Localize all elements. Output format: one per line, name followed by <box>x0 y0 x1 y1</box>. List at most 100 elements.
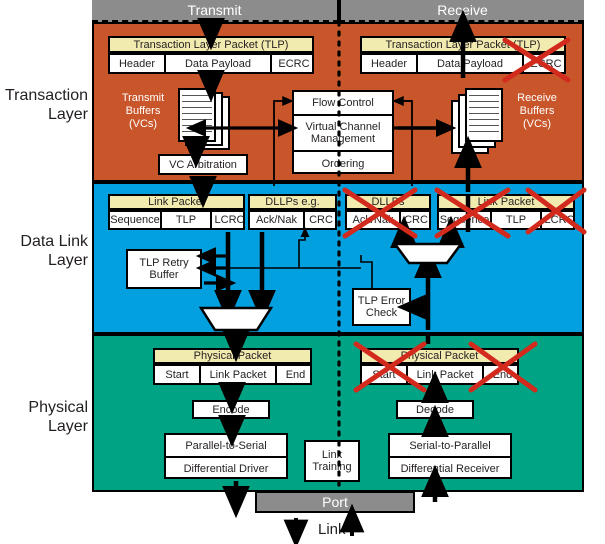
decode-box: Decode <box>396 400 474 419</box>
transmit-header-bar: Transmit <box>92 0 339 22</box>
tx-physical-packet-header-label: Physical Packet <box>193 350 272 362</box>
rx-tlp-field-ecrc: ECRC <box>530 57 562 70</box>
rx-tlp-header: Transaction Layer Packet (TLP) <box>360 36 566 53</box>
tx-dllp-field-crc: CRC <box>309 214 333 226</box>
layer-label-transaction: Transaction Layer <box>0 86 88 124</box>
rx-physical-packet-header-label: Physical Packet <box>400 350 479 362</box>
layer-label-physical-line1: Physical <box>28 399 88 416</box>
link-training-line1: Link <box>321 449 343 461</box>
transmit-buffers-line3: (VCs) <box>128 118 158 130</box>
tx-pp-field-end: End <box>285 368 306 381</box>
tx-lp-field-lcrc: LCRC <box>214 214 245 226</box>
rx-lp-field-sequence: Sequence <box>439 212 492 228</box>
tlp-retry-buffer-line2: Buffer <box>149 269 179 281</box>
virtual-channel-management-box: Virtual Channel Management <box>294 116 392 152</box>
tx-pp-field-start: Start <box>155 366 201 383</box>
tx-lp-field-sequence: Sequence <box>110 212 162 228</box>
tlp-error-check-box: TLP Error Check <box>352 288 411 326</box>
differential-receiver-box: Differential Receiver <box>400 462 500 475</box>
vc-arbitration-box: VC Arbitration <box>158 154 248 175</box>
rx-pp-field-end: End <box>492 368 513 381</box>
tx-pp-field-linkpacket: Link Packet <box>201 366 277 383</box>
tlp-error-check-line2: Check <box>365 307 398 319</box>
transmit-buffers-line2: Buffers <box>125 105 161 117</box>
tx-physical-packet-fields: Start Link Packet End <box>153 364 312 385</box>
receive-buffers-line3: (VCs) <box>522 118 552 130</box>
decode-label: Decode <box>416 403 454 416</box>
serial-to-parallel-box: Serial-to-Parallel <box>390 435 510 458</box>
rx-lp-field-tlp: TLP <box>492 212 542 228</box>
tx-physical-packet-header: Physical Packet <box>153 348 312 364</box>
pcie-layer-diagram: Transaction Layer Data Link Layer Physic… <box>0 0 605 544</box>
rx-pp-field-start: Start <box>362 366 408 383</box>
rx-lp-field-lcrc: LCRC <box>544 214 575 226</box>
tx-tlp-field-payload: Data Payload <box>166 55 272 72</box>
tx-link-packet-header: Link Packet <box>108 194 245 210</box>
parallel-to-serial-box: Parallel-to-Serial <box>166 435 286 458</box>
tx-dllp-field-acknak: Ack/Nak <box>250 212 305 228</box>
rx-link-packet-fields: Sequence TLP LCRC <box>437 210 575 230</box>
flow-control-box: Flow Control <box>294 92 392 116</box>
rx-tlp-fields: Header Data Payload ECRC <box>360 53 566 74</box>
tlp-error-check-line1: TLP Error <box>357 295 406 307</box>
tlp-retry-buffer-box: TLP Retry Buffer <box>126 249 202 289</box>
receive-buffers-label: Receive Buffers (VCs) <box>506 92 568 131</box>
rx-dllp-header-label: DLLPs <box>371 196 405 208</box>
layer-label-transaction-line1: Transaction <box>5 87 88 104</box>
tx-tlp-fields: Header Data Payload ECRC <box>108 53 314 74</box>
rx-link-packet-header-label: Link Packet <box>477 196 535 208</box>
vc-arbitration-label: VC Arbitration <box>169 158 237 171</box>
ordering-box: Ordering <box>321 158 365 170</box>
port-label: Port <box>322 494 348 510</box>
receive-buffers-stack <box>451 88 503 154</box>
encode-box: Encode <box>192 400 270 419</box>
receive-buffers-line2: Buffers <box>519 105 555 117</box>
tx-link-packet-header-label: Link Packet <box>148 196 205 208</box>
tx-dllp-header-label: DLLPs e.g. <box>265 196 320 208</box>
tx-tlp-header-label: Transaction Layer Packet (TLP) <box>133 38 289 51</box>
tx-lp-field-tlp: TLP <box>162 212 212 228</box>
demux-label: De-mux <box>411 245 451 257</box>
receive-buffers-line1: Receive <box>517 92 557 104</box>
tlp-retry-buffer-line1: TLP Retry <box>139 257 189 269</box>
receive-label: Receive <box>437 2 488 18</box>
receive-header-bar: Receive <box>339 0 584 22</box>
rx-tlp-header-label: Transaction Layer Packet (TLP) <box>385 38 541 51</box>
layer-label-data-link-line1: Data Link <box>20 233 88 250</box>
tx-link-packet-fields: Sequence TLP LCRC <box>108 210 245 230</box>
rx-tlp-field-payload: Data Payload <box>418 55 524 72</box>
link-training-box: Link Training <box>304 440 360 482</box>
transmit-buffers-stack <box>178 88 230 150</box>
transmit-label: Transmit <box>187 2 242 18</box>
rx-dllp-field-acknak: Ack/Nak <box>347 212 401 228</box>
tx-tlp-field-header: Header <box>110 55 166 72</box>
transmit-buffers-line1: Transmit <box>121 92 165 104</box>
rx-dllp-field-crc: CRC <box>404 214 428 226</box>
receive-deserializer-stack: Serial-to-Parallel Differential Receiver <box>388 433 512 479</box>
link-label: Link <box>318 521 346 538</box>
layer-label-physical: Physical Layer <box>0 398 88 436</box>
tx-dllp-fields: Ack/Nak CRC <box>248 210 337 230</box>
layer-label-data-link-line2: Layer <box>47 252 88 269</box>
layer-label-transaction-line2: Layer <box>47 106 88 123</box>
layer-label-data-link: Data Link Layer <box>0 232 88 270</box>
rx-tlp-field-header: Header <box>362 55 418 72</box>
differential-driver-box: Differential Driver <box>183 462 269 475</box>
encode-label: Encode <box>212 403 250 416</box>
rx-physical-packet-header: Physical Packet <box>360 348 519 364</box>
tx-tlp-field-ecrc: ECRC <box>278 57 310 70</box>
transmit-serializer-stack: Parallel-to-Serial Differential Driver <box>164 433 288 479</box>
tx-tlp-header: Transaction Layer Packet (TLP) <box>108 36 314 53</box>
rx-link-packet-header: Link Packet <box>437 194 575 210</box>
layer-label-physical-line2: Layer <box>47 418 88 435</box>
rx-dllp-fields: Ack/Nak CRC <box>345 210 431 230</box>
mux-label: Mux <box>224 312 246 324</box>
link-training-line2: Training <box>312 461 352 473</box>
tx-dllp-header: DLLPs e.g. <box>248 194 337 210</box>
transaction-center-stack: Flow Control Virtual Channel Management … <box>292 90 394 174</box>
rx-pp-field-linkpacket: Link Packet <box>408 366 484 383</box>
rx-physical-packet-fields: Start Link Packet End <box>360 364 519 385</box>
transmit-buffers-label: Transmit Buffers (VCs) <box>112 92 174 131</box>
rx-dllp-header: DLLPs <box>345 194 431 210</box>
port-bar: Port <box>255 491 415 513</box>
